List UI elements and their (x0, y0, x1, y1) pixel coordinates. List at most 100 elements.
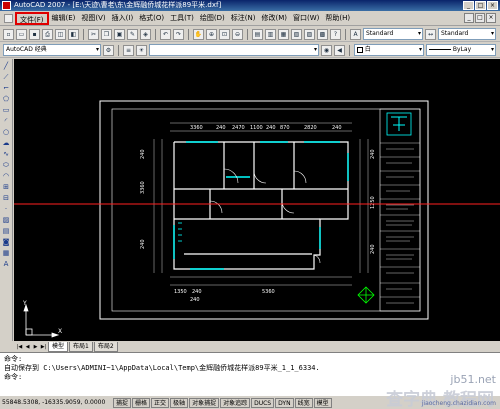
layer-manager-icon[interactable]: ≡ (123, 44, 134, 56)
arc-icon[interactable]: ◜ (1, 116, 11, 126)
color-swatch-icon (357, 46, 363, 53)
cut-icon[interactable]: ✂ (88, 28, 99, 40)
minimize-button[interactable]: _ (463, 1, 474, 10)
design-center-icon[interactable]: ▥ (265, 28, 276, 40)
osnap-toggle[interactable]: 对象捕捉 (189, 397, 220, 408)
snap-toggle[interactable]: 捕捉 (113, 397, 132, 408)
last-tab-button[interactable]: ▶| (40, 343, 47, 351)
menu-view[interactable]: 视图(V) (78, 12, 108, 25)
tab-layout1[interactable]: 布局1 (69, 341, 93, 352)
workspace-select[interactable]: AutoCAD 经典 (3, 44, 101, 56)
polar-toggle[interactable]: 极轴 (170, 397, 189, 408)
menu-dimension[interactable]: 标注(N) (228, 12, 259, 25)
doc-restore-button[interactable]: □ (475, 13, 485, 23)
floor-plan-walls (173, 141, 349, 270)
menu-window[interactable]: 窗口(W) (290, 12, 322, 25)
quickcalc-icon[interactable]: ▩ (317, 28, 328, 40)
polygon-icon[interactable]: ⬠ (1, 94, 11, 104)
match-properties-icon[interactable]: ✎ (127, 28, 138, 40)
menu-modify[interactable]: 修改(M) (258, 12, 290, 25)
ducs-toggle[interactable]: DUCS (251, 397, 275, 408)
color-select[interactable]: 白 (354, 44, 424, 56)
undo-icon[interactable]: ↶ (160, 28, 171, 40)
redo-icon[interactable]: ↷ (173, 28, 184, 40)
drawing-canvas[interactable]: 3360 240 2470 1100 240 870 2820 240 1350… (14, 59, 500, 341)
menu-edit[interactable]: 编辑(E) (49, 12, 79, 25)
otrack-toggle[interactable]: 对象追踪 (220, 397, 251, 408)
menu-format[interactable]: 格式(O) (136, 12, 167, 25)
site-watermark: jb51.net 查字典 教程网 jiaocheng.chazidian.com (370, 371, 500, 409)
rectangle-icon[interactable]: ▭ (1, 105, 11, 115)
tab-model[interactable]: 模型 (48, 341, 69, 352)
layer-bulb-icon[interactable]: ☀ (136, 44, 147, 56)
plot-icon[interactable]: ⎙ (42, 28, 53, 40)
workspace-settings-icon[interactable]: ⚙ (103, 44, 114, 56)
zoom-realtime-icon[interactable]: ⊕ (206, 28, 217, 40)
construction-line-icon[interactable]: ⟋ (1, 72, 11, 82)
zoom-window-icon[interactable]: ⊡ (219, 28, 230, 40)
hatch-icon[interactable]: ▨ (1, 215, 11, 225)
model-space-toggle[interactable]: 模型 (313, 397, 332, 408)
ellipse-icon[interactable]: ⬭ (1, 160, 11, 170)
spline-icon[interactable]: ∿ (1, 149, 11, 159)
dyn-toggle[interactable]: DYN (275, 397, 294, 408)
linetype-select[interactable]: ByLay (426, 44, 496, 56)
ellipse-arc-icon[interactable]: ◠ (1, 171, 11, 181)
watermark-url: jiaocheng.chazidian.com (421, 400, 496, 407)
prev-tab-button[interactable]: ◀ (24, 343, 31, 351)
open-file-icon[interactable]: ▭ (16, 28, 27, 40)
make-block-icon[interactable]: ⊟ (1, 193, 11, 203)
maximize-button[interactable]: □ (475, 1, 486, 10)
tool-palettes-icon[interactable]: ▦ (278, 28, 289, 40)
menu-help[interactable]: 帮助(H) (322, 12, 353, 25)
insert-block-icon[interactable]: ⊞ (1, 182, 11, 192)
grid-toggle[interactable]: 栅格 (132, 397, 151, 408)
text-style-select[interactable]: Standard (363, 28, 423, 40)
dim-style-select[interactable]: Standard (438, 28, 496, 40)
copy-icon[interactable]: ❐ (101, 28, 112, 40)
table-icon[interactable]: ▦ (1, 248, 11, 258)
tab-layout2[interactable]: 布局2 (93, 341, 118, 352)
circle-icon[interactable]: ○ (1, 127, 11, 137)
menu-file[interactable]: 文件(F) (15, 11, 49, 25)
make-current-layer-icon[interactable]: ◉ (321, 44, 332, 56)
save-icon[interactable]: ▪ (29, 28, 40, 40)
coordinates-readout[interactable]: 55848.5308, -16335.9059, 0.0000 (2, 399, 112, 406)
stair-marks (178, 222, 182, 242)
zoom-previous-icon[interactable]: ⊖ (232, 28, 243, 40)
dim-top-7: 2820 (304, 125, 317, 131)
menu-draw[interactable]: 绘图(D) (197, 12, 228, 25)
block-editor-icon[interactable]: ◈ (140, 28, 151, 40)
dim-bottom-3: 5360 (262, 289, 275, 295)
new-file-icon[interactable]: ▫ (3, 28, 14, 40)
doc-minimize-button[interactable]: _ (464, 13, 474, 23)
plot-preview-icon[interactable]: ◫ (55, 28, 66, 40)
doc-close-button[interactable]: × (486, 13, 496, 23)
ortho-toggle[interactable]: 正交 (151, 397, 170, 408)
close-button[interactable]: × (487, 1, 498, 10)
lineweight-toggle[interactable]: 线宽 (294, 397, 313, 408)
sheet-set-icon[interactable]: ▧ (291, 28, 302, 40)
properties-icon[interactable]: ▤ (252, 28, 263, 40)
paste-icon[interactable]: ▣ (114, 28, 125, 40)
multiline-text-icon[interactable]: A (1, 259, 11, 269)
layer-previous-icon[interactable]: ◀ (334, 44, 345, 56)
menu-tools[interactable]: 工具(T) (167, 12, 197, 25)
gradient-icon[interactable]: ▤ (1, 226, 11, 236)
markup-icon[interactable]: ▨ (304, 28, 315, 40)
point-icon[interactable]: · (1, 204, 11, 214)
region-icon[interactable]: ◙ (1, 237, 11, 247)
line-icon[interactable]: ╱ (1, 61, 11, 71)
dim-bottom-2: 240 (192, 289, 202, 295)
document-icon[interactable] (4, 13, 13, 23)
publish-icon[interactable]: ◧ (68, 28, 79, 40)
menu-insert[interactable]: 插入(I) (109, 12, 137, 25)
polyline-icon[interactable]: ⌐ (1, 83, 11, 93)
help-icon[interactable]: ? (330, 28, 341, 40)
layer-select[interactable] (149, 44, 319, 56)
first-tab-button[interactable]: |◀ (16, 343, 23, 351)
next-tab-button[interactable]: ▶ (32, 343, 39, 351)
autocad-app-icon[interactable] (2, 1, 11, 10)
pan-icon[interactable]: ✋ (193, 28, 204, 40)
revision-cloud-icon[interactable]: ☁ (1, 138, 11, 148)
